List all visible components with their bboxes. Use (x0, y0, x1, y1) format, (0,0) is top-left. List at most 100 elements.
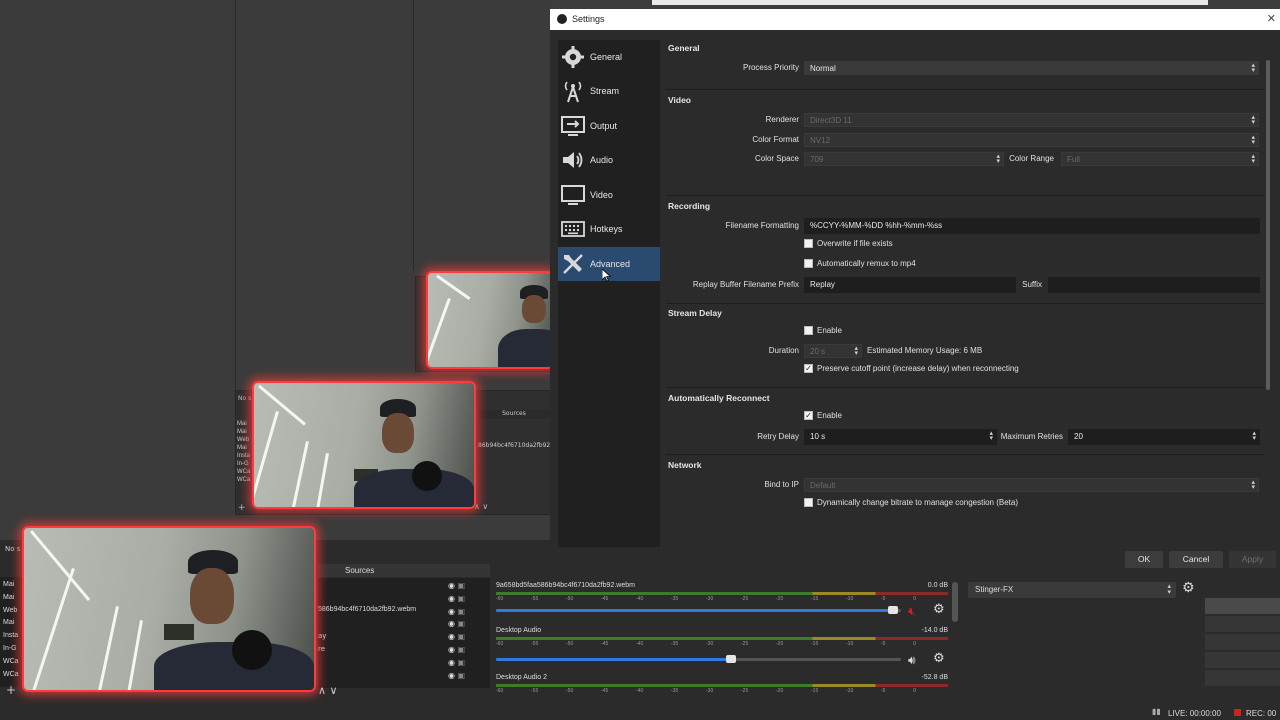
nav-item-audio[interactable]: Audio (558, 143, 660, 177)
lock-icon[interactable]: ▣ (455, 619, 466, 628)
suffix-input[interactable] (1048, 277, 1260, 293)
control-button[interactable] (1205, 670, 1280, 686)
lock-icon[interactable]: ▣ (455, 658, 466, 667)
nested-scene-item[interactable]: In-G (237, 460, 251, 468)
nav-item-video[interactable]: Video (558, 178, 660, 212)
color-format-select[interactable]: NV12 ▴ ▾ (804, 133, 1259, 147)
lock-icon[interactable]: ▣ (455, 581, 466, 590)
source-visibility-row[interactable]: ◉ ▣ (448, 580, 478, 593)
source-visibility-row[interactable]: ◉ ▣ (448, 670, 478, 683)
source-visibility-row[interactable]: ◉ ▣ (448, 618, 478, 631)
background-divider-line (235, 0, 236, 420)
section-auto-reconnect-heading: Automatically Reconnect (668, 393, 770, 403)
scene-item[interactable]: Web (3, 605, 23, 618)
nested-scene-item[interactable]: WCa (237, 468, 251, 476)
volume-slider-knob[interactable] (887, 606, 898, 614)
meter-tick-label: -50 (566, 641, 574, 647)
eye-icon[interactable]: ◉ (448, 632, 455, 641)
source-visibility-row[interactable]: ◉ ▣ (448, 593, 478, 606)
volume-slider[interactable] (496, 655, 901, 663)
dynamic-bitrate-checkbox[interactable] (804, 498, 813, 507)
replay-prefix-input[interactable]: Replay (804, 277, 1016, 293)
nav-label: Video (590, 190, 613, 200)
overwrite-checkbox[interactable] (804, 239, 813, 248)
scene-item[interactable]: Mai (3, 617, 23, 630)
eye-icon[interactable]: ◉ (448, 645, 455, 654)
control-button[interactable] (1205, 616, 1280, 632)
scene-list[interactable]: Mai Mai Web Mai Insta In-G WCa WCa (3, 579, 23, 681)
nested-scene-item[interactable]: WCa (237, 476, 251, 484)
source-visibility-row[interactable]: ◉ ▣ (448, 657, 478, 670)
scene-item[interactable]: In-G (3, 643, 23, 656)
control-button[interactable] (1205, 598, 1280, 614)
eye-icon[interactable]: ◉ (448, 581, 455, 590)
renderer-select[interactable]: Direct3D 11 ▴ ▾ (804, 113, 1259, 127)
color-space-select[interactable]: 709 ▴ ▾ (804, 152, 1004, 166)
preserve-cutoff-checkbox[interactable]: ✓ (804, 364, 813, 373)
settings-titlebar: Settings ✕ (550, 9, 1280, 30)
volume-slider[interactable] (496, 606, 901, 614)
add-scene-button[interactable]: + (6, 683, 16, 697)
process-priority-select[interactable]: Normal ▴ ▾ (804, 61, 1259, 75)
lock-icon[interactable]: ▣ (455, 607, 466, 616)
nested-scene-item[interactable]: Mai (237, 444, 251, 452)
apply-button[interactable]: Apply (1229, 551, 1276, 568)
cancel-button[interactable]: Cancel (1169, 551, 1223, 568)
meter-tick-label: -55 (531, 596, 539, 602)
eye-icon[interactable]: ◉ (448, 619, 455, 628)
mixer-scrollbar[interactable] (952, 582, 958, 622)
close-icon[interactable]: ✕ (1267, 12, 1276, 25)
eye-icon[interactable]: ◉ (448, 671, 455, 680)
ok-button[interactable]: OK (1125, 551, 1163, 568)
scene-item[interactable]: WCa (3, 656, 23, 669)
scene-item[interactable]: Insta (3, 630, 23, 643)
source-visibility-row[interactable]: ◉ ▣ (448, 644, 478, 657)
transition-gear-icon[interactable]: ⚙ (1182, 580, 1195, 596)
eye-icon[interactable]: ◉ (448, 594, 455, 603)
retry-delay-input[interactable]: 10 s ▴ ▾ (804, 429, 997, 445)
auto-reconnect-enable-checkbox[interactable]: ✓ (804, 411, 813, 420)
bind-ip-select[interactable]: Default ▴ ▾ (804, 478, 1259, 492)
nav-item-general[interactable]: General (558, 40, 660, 74)
color-range-select[interactable]: Full ▴ ▾ (1061, 152, 1259, 166)
visibility-icons[interactable]: ◉ ▣ ◉ ▣ ◉ ▣ ◉ ▣ ◉ ▣ ◉ ▣ ◉ ▣ ◉ ▣ (448, 580, 478, 682)
lock-icon[interactable]: ▣ (455, 671, 466, 680)
gear-icon[interactable]: ⚙ (933, 651, 945, 666)
meter-tick-label: -15 (811, 641, 819, 647)
nav-item-output[interactable]: Output (558, 109, 660, 143)
gear-icon[interactable]: ⚙ (933, 602, 945, 617)
max-retries-value: 20 (1074, 432, 1083, 441)
scene-item[interactable]: WCa (3, 669, 23, 682)
scrollbar-thumb[interactable] (1266, 60, 1270, 390)
scene-item[interactable]: Mai (3, 592, 23, 605)
lock-icon[interactable]: ▣ (455, 632, 466, 641)
max-retries-input[interactable]: 20 ▴ ▾ (1068, 429, 1260, 445)
move-up-down-arrows[interactable]: ∧ ∨ (318, 684, 338, 697)
transition-select[interactable]: Stinger-FX ▴ ▾ (968, 582, 1176, 598)
nested-scene-item[interactable]: Web (237, 436, 251, 444)
filename-formatting-input[interactable]: %CCYY-%MM-%DD %hh-%mm-%ss (804, 218, 1260, 234)
duration-input[interactable]: 20 s ▴ ▾ (804, 344, 862, 358)
eye-icon[interactable]: ◉ (448, 607, 455, 616)
source-visibility-row[interactable]: ◉ ▣ (448, 606, 478, 619)
stream-delay-enable-checkbox[interactable] (804, 326, 813, 335)
volume-slider-knob[interactable] (725, 655, 736, 663)
nav-item-stream[interactable]: Stream (558, 74, 660, 108)
source-item-file[interactable]: 586b94bc4f6710da2fb92.webm (318, 606, 416, 613)
eye-icon[interactable]: ◉ (448, 658, 455, 667)
scene-item[interactable]: Mai (3, 579, 23, 592)
source-visibility-row[interactable]: ◉ ▣ (448, 631, 478, 644)
nested-scene-item[interactable]: Insta (237, 452, 251, 460)
nav-item-hotkeys[interactable]: Hotkeys (558, 212, 660, 246)
lock-icon[interactable]: ▣ (455, 645, 466, 654)
muted-speaker-icon[interactable]: 🔇︎ (908, 604, 916, 619)
nav-item-advanced[interactable]: Advanced (558, 247, 660, 282)
nested-scene-item[interactable]: Mai (237, 420, 251, 428)
control-button[interactable] (1205, 652, 1280, 668)
nested-scene-item[interactable]: Mai (237, 428, 251, 436)
speaker-icon[interactable]: 🔊︎ (908, 653, 916, 668)
lock-icon[interactable]: ▣ (455, 594, 466, 603)
control-button[interactable] (1205, 634, 1280, 650)
remux-checkbox[interactable] (804, 259, 813, 268)
settings-scrollbar[interactable] (1265, 40, 1271, 513)
